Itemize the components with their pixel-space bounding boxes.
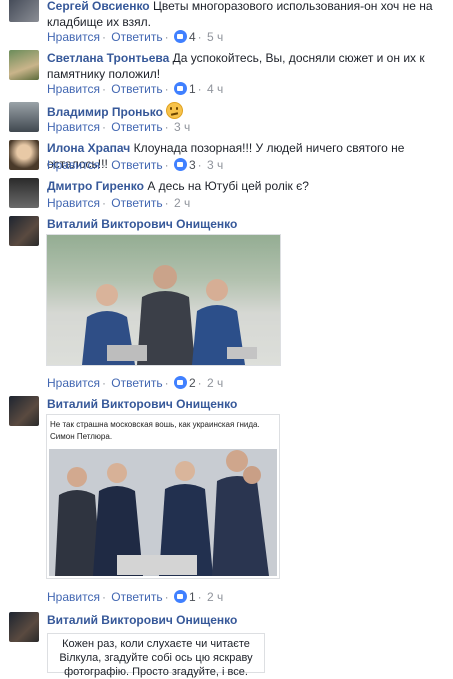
- people-illustration-icon: [49, 449, 277, 576]
- comment-author[interactable]: Дмитро Гиренко: [47, 179, 144, 193]
- like-link[interactable]: Нравится: [47, 196, 100, 210]
- avatar[interactable]: [9, 612, 39, 642]
- avatar[interactable]: [9, 50, 39, 80]
- reaction-count[interactable]: 4: [189, 30, 196, 44]
- comment-author[interactable]: Виталий Викторович Онищенко: [47, 397, 237, 411]
- comment-author[interactable]: Светлана Тронтьева: [47, 51, 169, 65]
- comment-actions: Нравится · Ответить · 2 ч: [47, 196, 191, 210]
- like-link[interactable]: Нравится: [47, 120, 100, 134]
- comment-text-cont: памятнику положил!: [47, 67, 161, 81]
- reply-link[interactable]: Ответить: [111, 376, 162, 390]
- like-reaction-icon[interactable]: [173, 30, 187, 43]
- comment-author[interactable]: Виталий Викторович Онищенко: [47, 613, 237, 627]
- comment-author[interactable]: Илона Храпач: [47, 141, 130, 155]
- reply-link[interactable]: Ответить: [111, 196, 162, 210]
- like-link[interactable]: Нравится: [47, 158, 100, 172]
- comment-time[interactable]: 2 ч: [174, 196, 190, 210]
- like-reaction-icon[interactable]: [173, 82, 187, 95]
- reply-link[interactable]: Ответить: [111, 82, 162, 96]
- like-link[interactable]: Нравится: [47, 376, 100, 390]
- comment-time[interactable]: 3 ч: [207, 158, 223, 172]
- avatar[interactable]: [9, 0, 39, 22]
- reaction-count[interactable]: 1: [189, 82, 196, 96]
- comment-actions: Нравится · Ответить · 3 ч: [47, 120, 191, 134]
- quote-line: Вілкула, згадуйте собі ось цю яскраву: [59, 652, 253, 664]
- comment-time[interactable]: 2 ч: [207, 590, 223, 604]
- comment-author[interactable]: Виталий Викторович Онищенко: [47, 217, 237, 231]
- reply-link[interactable]: Ответить: [111, 590, 162, 604]
- comment-text: А десь на Ютубі цей ролік є?: [147, 179, 309, 193]
- confused-emoji-icon: [166, 102, 184, 119]
- comment-actions: Нравится · Ответить · 1 · 4 ч: [47, 82, 224, 96]
- avatar[interactable]: [9, 178, 39, 208]
- reply-link[interactable]: Ответить: [111, 30, 162, 44]
- avatar[interactable]: [9, 396, 39, 426]
- reaction-count[interactable]: 3: [189, 158, 196, 172]
- reply-link[interactable]: Ответить: [111, 120, 162, 134]
- reaction-count[interactable]: 2: [189, 376, 196, 390]
- quote-card[interactable]: Кожен раз, коли слухаєте чи читаєте Вілк…: [47, 633, 265, 678]
- avatar[interactable]: [9, 140, 39, 170]
- comment-time[interactable]: 2 ч: [207, 376, 223, 390]
- quote-line: Кожен раз, коли слухаєте чи читаєте: [62, 638, 250, 650]
- comment-actions: Нравится · Ответить · 2 · 2 ч: [47, 376, 224, 390]
- comment-text-cont: кладбище их взял.: [47, 15, 151, 29]
- like-link[interactable]: Нравится: [47, 82, 100, 96]
- comment-time[interactable]: 5 ч: [207, 30, 223, 44]
- like-link[interactable]: Нравится: [47, 30, 100, 44]
- comment-text: Цветы многоразового использования-он хоч…: [152, 0, 433, 13]
- comment-text: Да успокойтесь, Вы, досняли сюжет и он и…: [172, 51, 425, 65]
- comment-author[interactable]: Владимир Пронько: [47, 105, 163, 119]
- like-reaction-icon[interactable]: [173, 376, 187, 389]
- reaction-count[interactable]: 1: [189, 590, 196, 604]
- avatar[interactable]: [9, 216, 39, 246]
- comment-photo[interactable]: [46, 234, 281, 366]
- like-reaction-icon[interactable]: [173, 590, 187, 603]
- reply-link[interactable]: Ответить: [111, 158, 162, 172]
- comment-actions: Нравится · Ответить · 4 · 5 ч: [47, 30, 224, 44]
- comment-time[interactable]: 3 ч: [174, 120, 190, 134]
- like-link[interactable]: Нравится: [47, 590, 100, 604]
- comment-time[interactable]: 4 ч: [207, 82, 223, 96]
- quote-line: фотографію. Просто згадуйте, і все.: [64, 666, 248, 678]
- comment-actions: Нравится · Ответить · 1 · 2 ч: [47, 590, 224, 604]
- avatar[interactable]: [9, 102, 39, 132]
- people-illustration-icon: [47, 235, 280, 365]
- comment-author[interactable]: Сергей Овсиенко: [47, 0, 150, 13]
- comment-actions: Нравится · Ответить · 3 · 3 ч: [47, 158, 224, 172]
- like-reaction-icon[interactable]: [173, 158, 187, 171]
- comment-photo[interactable]: Не так страшна московская вошь, как укра…: [46, 414, 280, 579]
